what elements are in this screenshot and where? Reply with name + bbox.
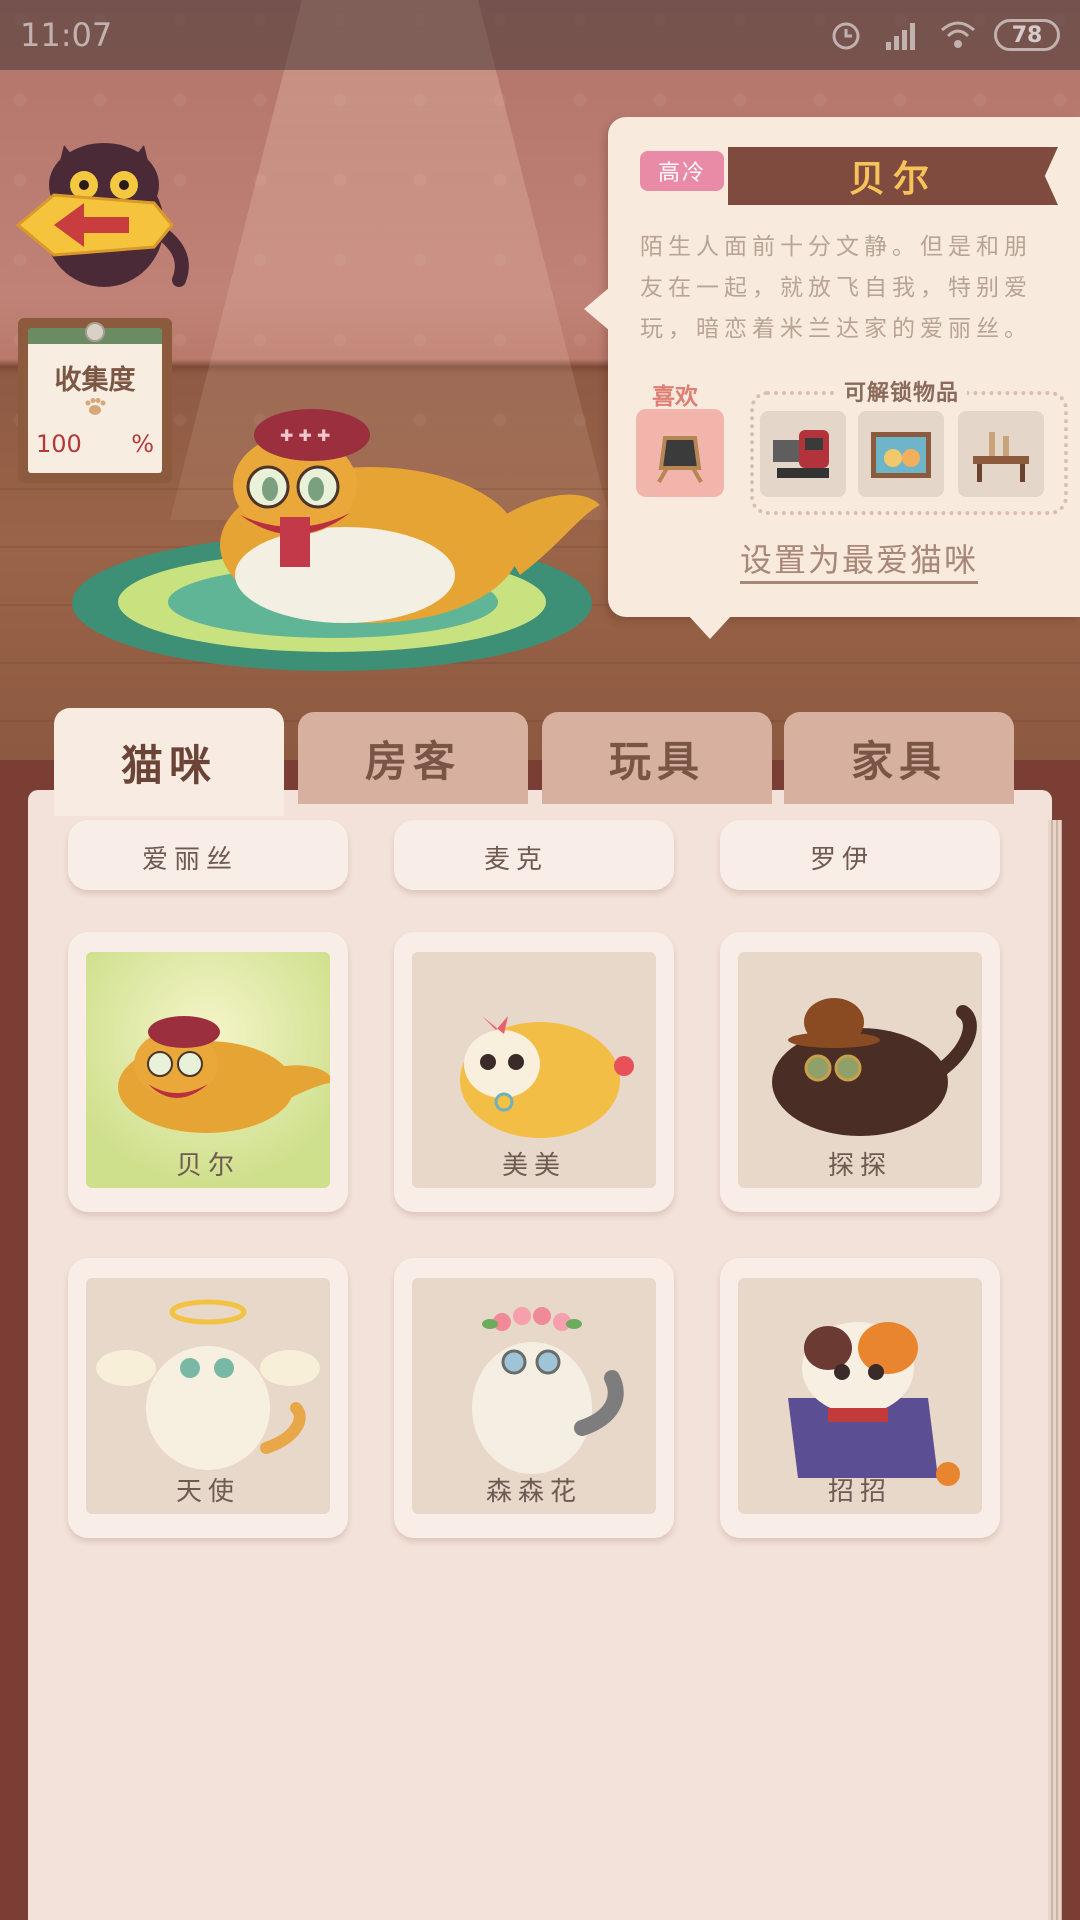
status-bar: 11:07 78	[0, 0, 1080, 70]
machine-icon	[773, 430, 829, 478]
unlock-label: 可解锁物品	[836, 375, 968, 407]
pin-icon	[85, 322, 105, 342]
tab-toys[interactable]: 玩具	[542, 712, 772, 804]
cat-card-inner: 贝尔	[86, 952, 330, 1188]
cat-name-label: 贝尔	[175, 1151, 240, 1181]
desk-icon	[973, 432, 1029, 482]
cat-card-mike[interactable]: 麦克	[394, 820, 674, 890]
cat-card-inner: 招招	[738, 1278, 982, 1514]
tab-guests[interactable]: 房客	[298, 712, 528, 804]
cat-name-label: 招招	[827, 1477, 892, 1507]
unlock-item-photo[interactable]	[858, 411, 944, 497]
tab-furniture[interactable]: 家具	[784, 712, 1014, 804]
likes-label: 喜欢	[652, 384, 698, 410]
svg-text:✚ ✚ ✚: ✚ ✚ ✚	[280, 426, 330, 445]
collection-inner: 收集度 100 %	[28, 322, 162, 473]
cat-name: 贝尔	[848, 159, 937, 200]
cat-name-label: 爱丽丝	[141, 845, 238, 875]
cat-card-angel[interactable]: 天使	[68, 1258, 348, 1538]
cat-name-label: 探探	[827, 1151, 892, 1181]
unlock-item-machine[interactable]	[760, 411, 846, 497]
cat-name-label: 麦克	[483, 845, 548, 875]
featured-cat-image[interactable]: ✚ ✚ ✚	[200, 405, 610, 625]
cat-name-label: 森森花	[485, 1477, 582, 1507]
cat-card-senshenhua[interactable]: 森森花	[394, 1258, 674, 1538]
chalkboard-icon	[657, 436, 703, 483]
cat-card-meimei[interactable]: 美美	[394, 932, 674, 1212]
back-button[interactable]	[14, 115, 194, 295]
signal-icon	[886, 23, 915, 50]
cat-card-tantan[interactable]: 探探	[720, 932, 1000, 1212]
book-background: 爱丽丝 麦克 罗伊 贝尔 美美 探探 天使 森森花 招招	[0, 760, 1080, 1920]
collection-title: 收集度	[54, 365, 136, 396]
paw-icon	[85, 398, 106, 415]
cat-name-label: 天使	[175, 1477, 240, 1507]
cat-card-inner: 天使	[86, 1278, 330, 1514]
collection-percent: 100	[36, 430, 82, 458]
collection-value: 100 %	[36, 430, 154, 458]
name-banner: 贝尔	[728, 147, 1058, 205]
photo-frame-icon	[871, 432, 931, 478]
cat-name-label: 罗伊	[809, 845, 874, 875]
cat-info-panel: 高冷 贝尔 陌生人面前十分文静。但是和朋友在一起，就放飞自我，特别爱玩，暗恋着米…	[584, 117, 1080, 639]
category-tabs: 猫咪 房客 玩具 家具	[54, 708, 1014, 816]
unlock-item-desk[interactable]	[958, 411, 1044, 497]
status-time: 11:07	[20, 16, 113, 54]
liked-item-chalkboard[interactable]	[636, 409, 724, 497]
set-favorite-cat-link[interactable]: 设置为最爱猫咪	[740, 535, 979, 584]
collection-unit: %	[131, 430, 154, 458]
cat-card-zhaozhao[interactable]: 招招	[720, 1258, 1000, 1538]
cat-description: 陌生人面前十分文静。但是和朋友在一起，就放飞自我，特别爱玩，暗恋着米兰达家的爱丽…	[640, 234, 1032, 342]
tab-cats[interactable]: 猫咪	[54, 708, 284, 816]
cat-card-roy[interactable]: 罗伊	[720, 820, 1000, 890]
wifi-icon	[941, 21, 975, 48]
alarm-icon	[832, 22, 860, 50]
cat-grid: 爱丽丝 麦克 罗伊 贝尔 美美 探探 天使 森森花 招招	[0, 760, 1080, 1920]
cat-card-inner: 探探	[738, 952, 982, 1188]
collection-card: 收集度 100 %	[18, 318, 172, 483]
status-icons: 78	[826, 18, 1060, 52]
trait-badge: 高冷	[640, 151, 724, 191]
cat-name-label: 美美	[501, 1151, 566, 1181]
cat-card-inner: 森森花	[412, 1278, 656, 1514]
cat-card-bell[interactable]: 贝尔	[68, 932, 348, 1212]
cat-card-alice[interactable]: 爱丽丝	[68, 820, 348, 890]
cat-card-inner: 美美	[412, 952, 656, 1188]
battery-indicator: 78	[994, 19, 1060, 51]
